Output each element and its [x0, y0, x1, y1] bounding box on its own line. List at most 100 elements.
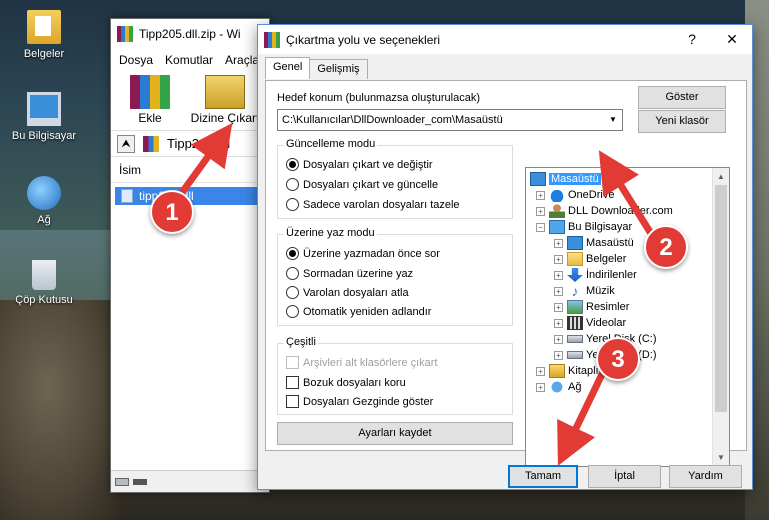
- new-folder-button[interactable]: Yeni klasör: [638, 110, 726, 133]
- network-icon: [549, 380, 565, 394]
- winrar-app-icon: [264, 31, 280, 48]
- winrar-app-icon: [117, 26, 133, 42]
- tree-item-pc-desktop[interactable]: + Masaüstü: [554, 235, 634, 251]
- destination-path-combo[interactable]: C:\Kullanıcılar\DllDownloader_com\Masaüs…: [277, 109, 623, 131]
- expand-icon[interactable]: +: [554, 286, 563, 296]
- close-button[interactable]: ✕: [712, 25, 752, 54]
- callout-step-2: 2: [644, 225, 688, 269]
- user-icon: [549, 204, 565, 218]
- expand-icon[interactable]: +: [554, 254, 563, 264]
- desktop-icon-recycle-bin[interactable]: Çöp Kutusu: [4, 260, 84, 306]
- add-button[interactable]: Ekle: [119, 75, 181, 126]
- desktop-icon-label: Ağ: [37, 214, 51, 226]
- radio-ask-before-overwrite[interactable]: Üzerine yazmadan önce sor: [286, 247, 440, 260]
- scrollbar-thumb[interactable]: [715, 185, 727, 412]
- update-mode-group: Güncelleme modu Dosyaları çıkart ve deği…: [277, 138, 513, 219]
- tree-item-videos[interactable]: + Videolar: [554, 315, 626, 331]
- tree-item-desktop[interactable]: Masaüstü: [530, 171, 601, 187]
- extract-button-label: Dizine Çıkart: [190, 111, 260, 125]
- collapse-icon[interactable]: −: [536, 222, 545, 232]
- show-button[interactable]: Göster: [638, 86, 726, 109]
- callout-step-3: 3: [596, 337, 640, 381]
- desktop-icon-this-pc[interactable]: Bu Bilgisayar: [4, 92, 84, 142]
- tree-item-this-pc[interactable]: − Bu Bilgisayar: [536, 219, 632, 235]
- radio-skip-existing[interactable]: Varolan dosyaları atla: [286, 286, 409, 299]
- expand-icon[interactable]: +: [554, 334, 563, 344]
- tree-scrollbar[interactable]: ▲ ▼: [712, 168, 729, 466]
- expand-icon[interactable]: +: [554, 350, 563, 360]
- radio-auto-rename[interactable]: Otomatik yeniden adlandır: [286, 305, 431, 318]
- download-arrow-icon: [567, 268, 583, 282]
- recycle-bin-icon: [32, 260, 56, 290]
- winrar-status-bar: [111, 470, 269, 492]
- expand-icon[interactable]: +: [554, 302, 563, 312]
- checkbox-icon: [286, 356, 299, 369]
- tree-item-downloads[interactable]: + İndirilenler: [554, 267, 637, 283]
- drive-icon: [115, 477, 129, 486]
- radio-extract-replace[interactable]: Dosyaları çıkart ve değiştir: [286, 158, 433, 171]
- scroll-up-icon[interactable]: ▲: [713, 168, 729, 185]
- dialog-title-bar[interactable]: Çıkartma yolu ve seçenekleri ? ✕: [258, 25, 752, 54]
- desktop-icon: [530, 172, 546, 186]
- expand-icon[interactable]: +: [554, 238, 563, 248]
- zip-archive-icon: [143, 135, 159, 152]
- update-mode-title: Güncelleme modu: [284, 138, 378, 150]
- menu-tools[interactable]: Araçla: [225, 53, 259, 67]
- winrar-path-bar: ⮝ Tipp205.dll: [111, 131, 269, 157]
- help-dialog-button[interactable]: Yardım: [669, 465, 742, 488]
- radio-selected-icon: [286, 247, 299, 260]
- cancel-button[interactable]: İptal: [588, 465, 661, 488]
- tree-item-label: Müzik: [586, 285, 615, 297]
- misc-title: Çeşitli: [284, 336, 318, 348]
- expand-icon[interactable]: +: [536, 190, 545, 200]
- menu-commands[interactable]: Komutlar: [165, 53, 213, 67]
- radio-refresh-existing[interactable]: Sadece varolan dosyaları tazele: [286, 198, 460, 211]
- radio-overwrite-without-prompt[interactable]: Sormadan üzerine yaz: [286, 267, 413, 280]
- tab-advanced[interactable]: Gelişmiş: [309, 59, 368, 79]
- destination-path-value: C:\Kullanıcılar\DllDownloader_com\Masaüs…: [282, 114, 503, 126]
- tree-item-label: Belgeler: [586, 253, 627, 265]
- radio-extract-update[interactable]: Dosyaları çıkart ve güncelle: [286, 178, 438, 191]
- expand-icon[interactable]: +: [536, 382, 545, 392]
- tree-item-network[interactable]: + Ağ: [536, 379, 581, 395]
- picture-icon: [567, 300, 583, 314]
- save-settings-button[interactable]: Ayarları kaydet: [277, 422, 513, 445]
- checkbox-show-in-explorer[interactable]: Dosyaları Gezginde göster: [286, 395, 433, 408]
- expand-icon[interactable]: +: [536, 206, 545, 216]
- expand-icon[interactable]: +: [554, 318, 563, 328]
- tree-item-label: Ağ: [568, 381, 582, 393]
- expand-icon[interactable]: +: [536, 366, 545, 376]
- ok-button[interactable]: Tamam: [508, 465, 578, 488]
- scroll-down-icon[interactable]: ▼: [713, 449, 729, 466]
- tree-item-music[interactable]: + ♪ Müzik: [554, 283, 615, 299]
- radio-label: Sadece varolan dosyaları tazele: [303, 198, 460, 211]
- folder-tree[interactable]: Masaüstü + OneDrive + DLL Downloader.com…: [525, 167, 730, 467]
- key-icon: [133, 478, 147, 485]
- desktop-wallpaper-rock: [0, 300, 120, 520]
- up-folder-button[interactable]: ⮝: [117, 134, 135, 153]
- dialog-title: Çıkartma yolu ve seçenekleri: [286, 32, 441, 47]
- column-header-name[interactable]: İsim: [111, 157, 269, 183]
- tree-item-onedrive[interactable]: + OneDrive: [536, 187, 614, 203]
- menu-file[interactable]: Dosya: [119, 53, 153, 67]
- expand-icon[interactable]: +: [554, 270, 563, 280]
- tree-item-pictures[interactable]: + Resimler: [554, 299, 629, 315]
- help-button[interactable]: ?: [672, 25, 712, 54]
- winrar-toolbar: Ekle Dizine Çıkart: [111, 71, 269, 131]
- tree-item-label: DLL Downloader.com: [568, 205, 673, 217]
- tree-item-user-folder[interactable]: + DLL Downloader.com: [536, 203, 673, 219]
- winrar-title-bar[interactable]: Tipp205.dll.zip - Wi: [111, 19, 269, 49]
- add-button-label: Ekle: [138, 111, 162, 125]
- checkbox-label: Bozuk dosyaları koru: [303, 376, 406, 389]
- tree-item-label: Masaüstü: [586, 237, 634, 249]
- desktop-icon-network[interactable]: Ağ: [4, 176, 84, 226]
- tree-item-documents[interactable]: + Belgeler: [554, 251, 626, 267]
- music-note-icon: ♪: [571, 283, 579, 299]
- extract-to-button[interactable]: Dizine Çıkart: [189, 75, 261, 126]
- radio-label: Dosyaları çıkart ve değiştir: [303, 158, 433, 171]
- desktop-icon-documents[interactable]: Belgeler: [4, 10, 84, 60]
- checkbox-keep-broken-files[interactable]: Bozuk dosyaları koru: [286, 376, 406, 389]
- tab-general[interactable]: Genel: [265, 57, 311, 79]
- chevron-down-icon[interactable]: ▼: [604, 110, 622, 130]
- archive-add-icon: [130, 75, 170, 109]
